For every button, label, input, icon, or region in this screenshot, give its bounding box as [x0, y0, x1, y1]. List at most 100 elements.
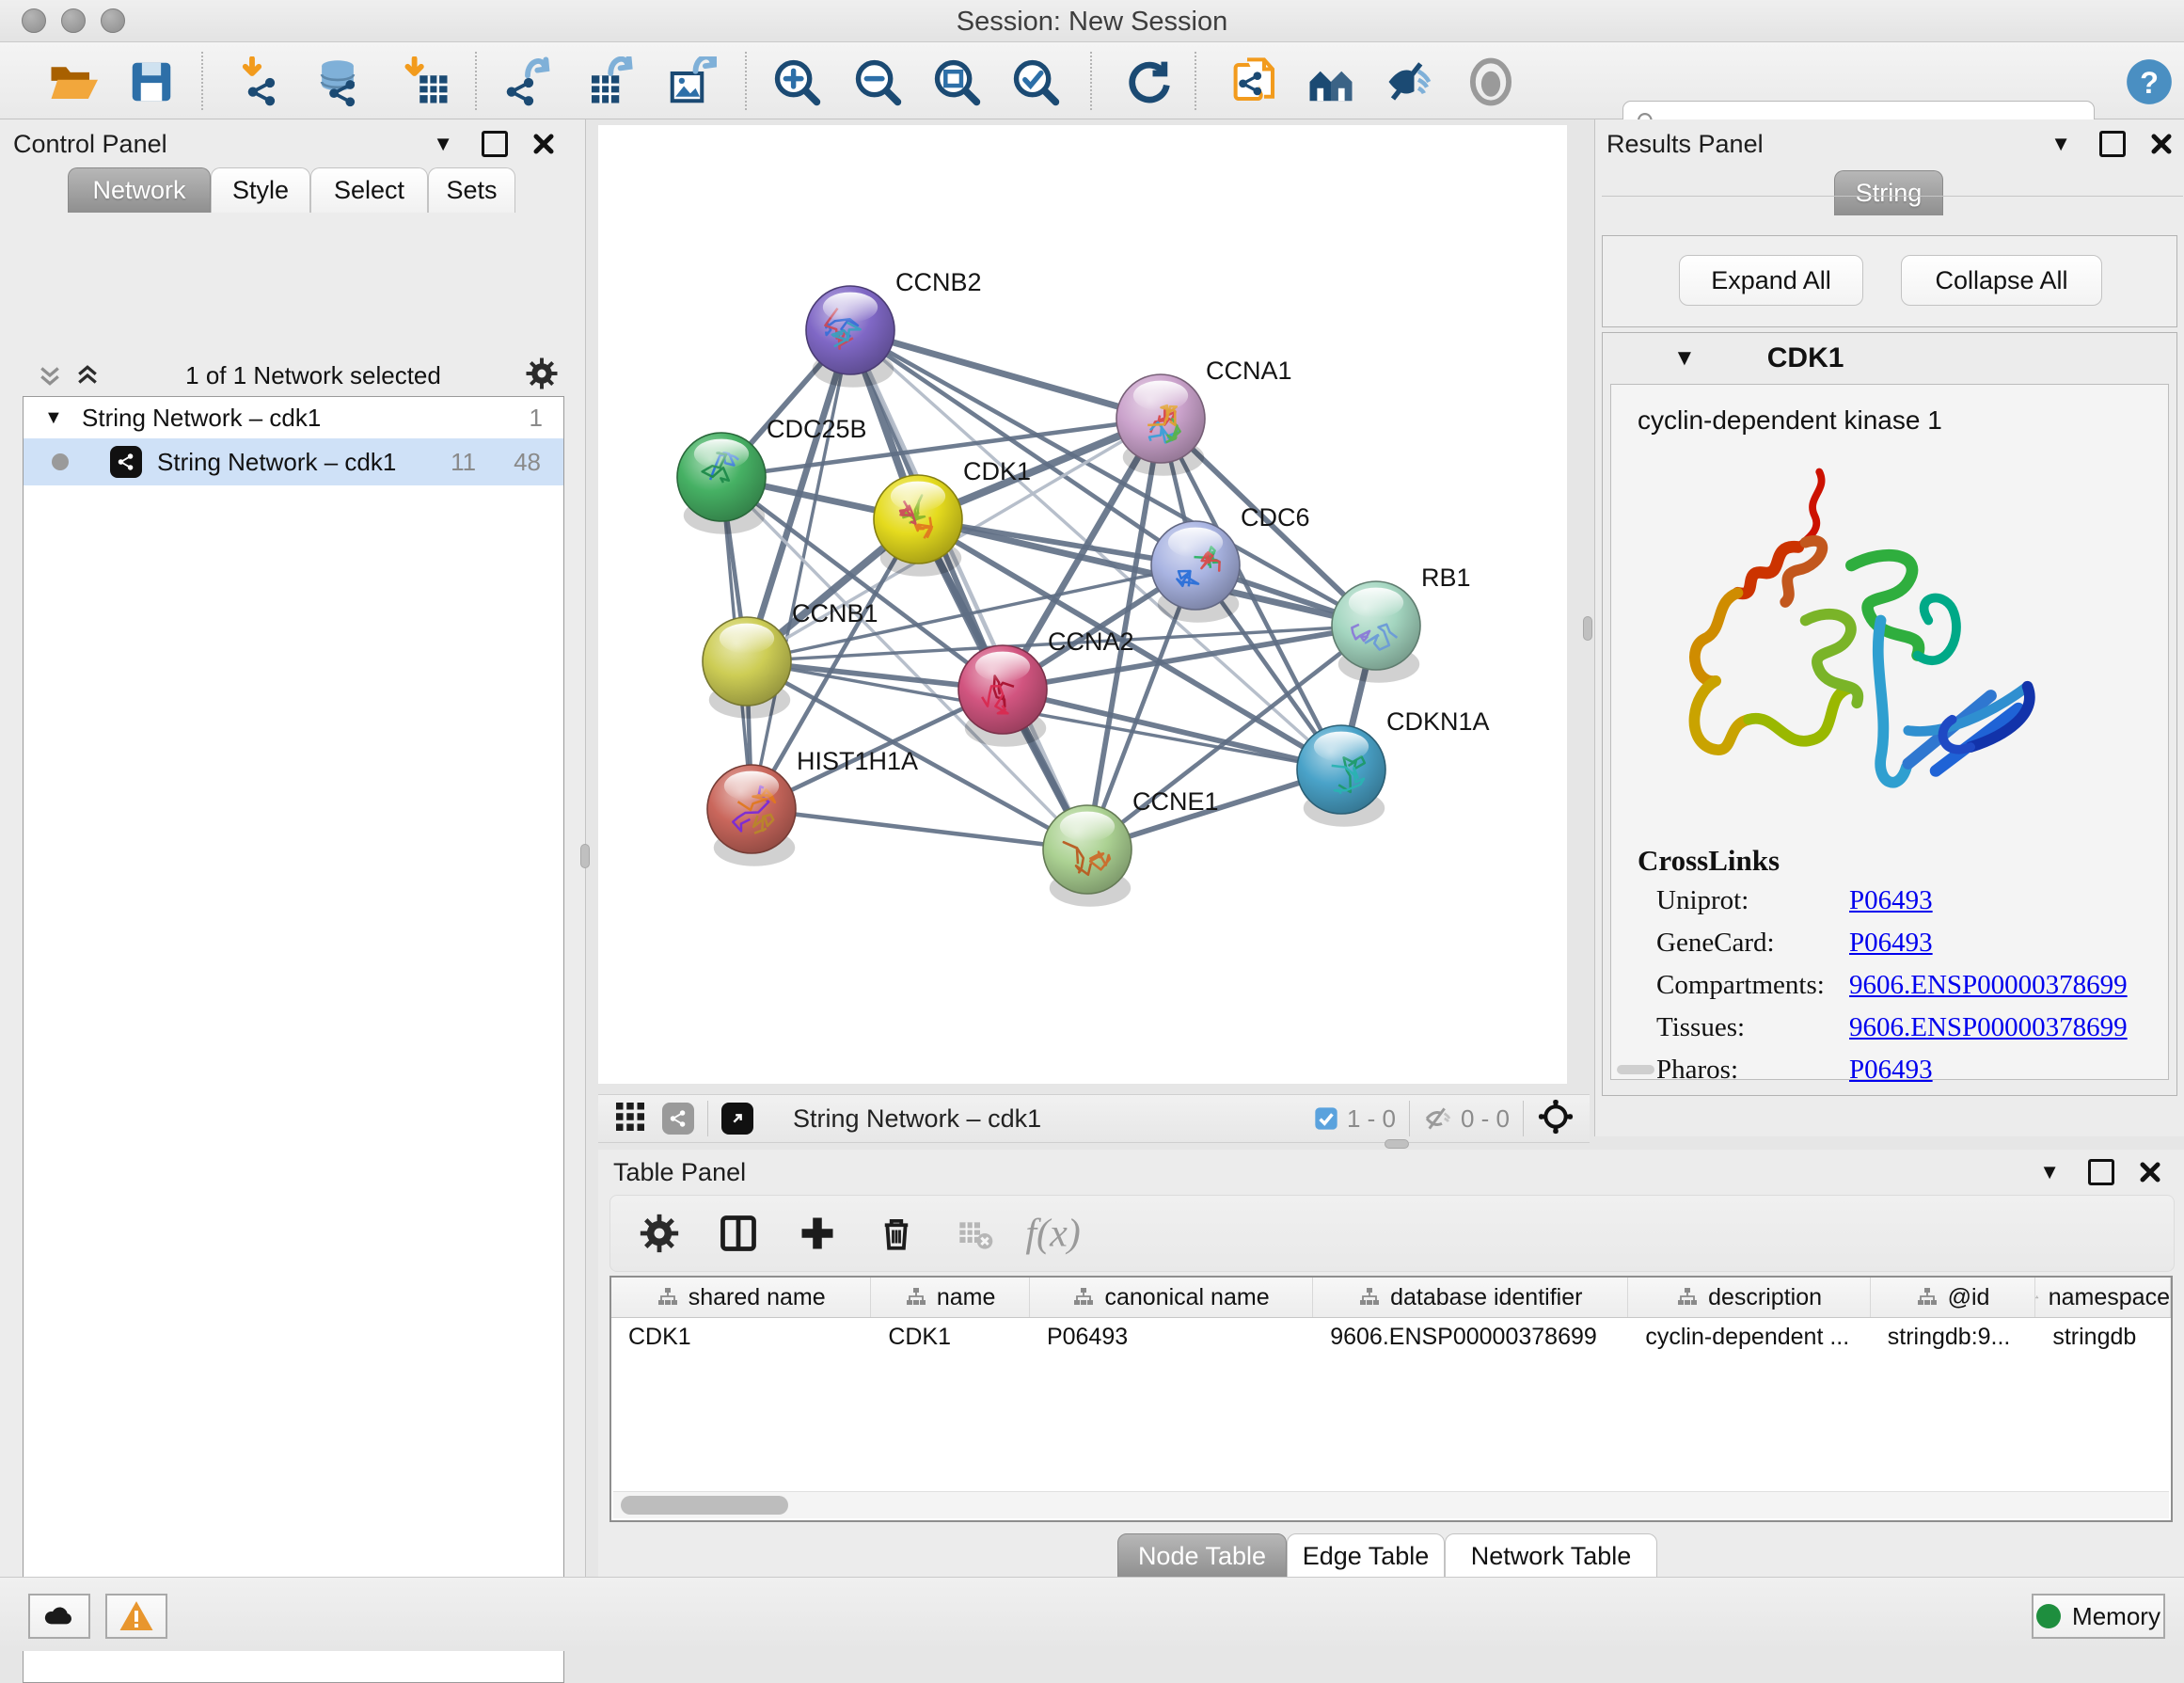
cell[interactable]: 9606.ENSP00000378699 — [1313, 1317, 1628, 1357]
crosslink-row: Compartments:9606.ENSP00000378699 — [1656, 970, 2164, 1012]
import-database-icon[interactable] — [310, 56, 365, 108]
expand-all-icon[interactable] — [73, 361, 102, 389]
node-CDKN1A[interactable] — [1297, 725, 1385, 827]
column-header-canonical-name[interactable]: canonical name — [1030, 1278, 1313, 1317]
crosslink-link[interactable]: P06493 — [1849, 1055, 1933, 1086]
node-CDK1[interactable] — [874, 475, 962, 577]
network-options-gear-icon[interactable] — [525, 357, 559, 395]
cell[interactable]: P06493 — [1030, 1317, 1313, 1357]
memory-button[interactable]: Memory — [2032, 1594, 2165, 1639]
cell[interactable]: CDK1 — [871, 1317, 1030, 1357]
hide-unselected-icon[interactable] — [1383, 56, 1437, 108]
first-neighbors-icon[interactable] — [1304, 56, 1358, 108]
table-settings-icon[interactable] — [620, 1213, 699, 1254]
crosslink-label: Pharos: — [1656, 1055, 1849, 1086]
edge-HIST1H1A-CCNE1[interactable] — [752, 809, 1087, 849]
panel-close-icon[interactable] — [2139, 1161, 2161, 1183]
tab-style[interactable]: Style — [211, 167, 310, 213]
left-splitter-handle[interactable] — [580, 844, 590, 868]
zoom-out-icon[interactable] — [850, 56, 905, 108]
panel-float-icon[interactable] — [2088, 1159, 2114, 1185]
cell[interactable]: cyclin-dependent ... — [1628, 1317, 1870, 1357]
panel-menu-icon[interactable]: ▼ — [433, 132, 453, 156]
tab-network[interactable]: Network — [68, 167, 211, 213]
open-in-new-window-icon[interactable] — [721, 1103, 753, 1135]
protein-structure-image — [1663, 455, 2067, 822]
add-column-icon[interactable] — [778, 1213, 857, 1254]
network-collection-row[interactable]: ▼ String Network – cdk1 1 — [24, 397, 563, 438]
refresh-icon[interactable] — [1121, 56, 1176, 108]
export-image-icon[interactable] — [664, 56, 719, 108]
results-entry-box: ▼ CDK1 cyclin-dependent kinase 1 — [1602, 332, 2177, 1096]
import-network-icon[interactable] — [233, 56, 288, 108]
tab-select[interactable]: Select — [310, 167, 428, 213]
crosslink-link[interactable]: 9606.ENSP00000378699 — [1849, 970, 2128, 1001]
crosslink-link[interactable]: P06493 — [1849, 885, 1933, 916]
panel-close-icon[interactable] — [2150, 133, 2173, 155]
duplicate-network-icon[interactable] — [1228, 56, 1283, 108]
zoom-in-icon[interactable] — [769, 56, 824, 108]
cloud-button[interactable] — [28, 1594, 90, 1639]
column-header-name[interactable]: name — [871, 1278, 1030, 1317]
collapse-all-icon[interactable] — [36, 361, 64, 389]
node-CCNB2[interactable] — [806, 286, 894, 388]
zoom-selected-icon[interactable] — [1008, 56, 1063, 108]
export-network-icon[interactable] — [500, 56, 555, 108]
entry-scrollbar-thumb[interactable] — [1617, 1065, 1654, 1074]
node-CCNB1[interactable] — [703, 617, 791, 719]
node-CCNA2[interactable] — [958, 645, 1047, 747]
zoom-fit-icon[interactable] — [929, 56, 984, 108]
manage-columns-icon[interactable] — [699, 1213, 778, 1254]
birds-eye-view-icon[interactable] — [613, 1100, 647, 1138]
tab-network-table[interactable]: Network Table — [1445, 1533, 1657, 1579]
edge-CCNB2-HIST1H1A[interactable] — [752, 330, 850, 809]
panel-float-icon[interactable] — [482, 131, 508, 157]
collapse-all-button[interactable]: Collapse All — [1901, 255, 2102, 306]
panel-menu-icon[interactable]: ▼ — [2050, 132, 2071, 156]
node-CDC6[interactable] — [1151, 521, 1240, 623]
network-share-icon[interactable] — [662, 1103, 694, 1135]
show-all-icon[interactable] — [1464, 56, 1518, 108]
right-splitter-handle[interactable] — [1583, 616, 1592, 641]
fit-selected-crosshair-icon[interactable] — [1537, 1098, 1575, 1140]
panel-menu-icon[interactable]: ▼ — [2039, 1160, 2060, 1184]
crosslink-link[interactable]: 9606.ENSP00000378699 — [1849, 1012, 2128, 1043]
expand-all-button[interactable]: Expand All — [1679, 255, 1863, 306]
tab-edge-table[interactable]: Edge Table — [1287, 1533, 1445, 1579]
panel-float-icon[interactable] — [2099, 131, 2126, 157]
node-CDC25B[interactable] — [677, 433, 766, 534]
delete-column-icon[interactable] — [857, 1214, 936, 1253]
cell[interactable]: stringdb:9... — [1871, 1317, 2036, 1357]
help-button[interactable]: ? — [2122, 56, 2176, 108]
column-header-description[interactable]: description — [1628, 1278, 1870, 1317]
warning-icon — [118, 1597, 155, 1635]
node-HIST1H1A[interactable] — [707, 765, 796, 866]
export-table-icon[interactable] — [581, 56, 636, 108]
tab-sets[interactable]: Sets — [428, 167, 515, 213]
network-row-selected[interactable]: String Network – cdk1 11 48 — [24, 438, 563, 485]
collection-expand-icon[interactable]: ▼ — [44, 407, 69, 429]
node-CCNA1[interactable] — [1116, 374, 1205, 476]
edge-CCNB2-CCNA1[interactable] — [850, 330, 1161, 419]
horizontal-splitter-handle[interactable] — [1385, 1139, 1409, 1149]
save-session-icon[interactable] — [124, 56, 179, 108]
column-header-namespace[interactable]: namespace — [2035, 1278, 2171, 1317]
node-CCNE1[interactable] — [1043, 805, 1132, 907]
panel-close-icon[interactable] — [532, 133, 555, 155]
open-file-icon[interactable] — [45, 56, 100, 108]
cell[interactable]: stringdb — [2035, 1317, 2171, 1357]
column-header--id[interactable]: @id — [1871, 1278, 2036, 1317]
entry-collapse-icon[interactable]: ▼ — [1673, 345, 1696, 372]
table-hscrollbar-thumb[interactable] — [621, 1496, 788, 1515]
cell[interactable]: CDK1 — [611, 1317, 871, 1357]
tab-node-table[interactable]: Node Table — [1117, 1533, 1287, 1579]
column-header-database-identifier[interactable]: database identifier — [1313, 1278, 1628, 1317]
node-label-CCNE1: CCNE1 — [1132, 787, 1219, 816]
column-header-shared-name[interactable]: shared name — [611, 1278, 871, 1317]
table-hscrollbar[interactable] — [613, 1491, 2169, 1518]
import-table-icon[interactable] — [399, 56, 453, 108]
warning-button[interactable] — [105, 1594, 167, 1639]
network-canvas[interactable]: CCNB2CCNA1CDC25BCDK1CDC6RB1CCNB1CCNA2CDK… — [598, 125, 1567, 1084]
crosslink-link[interactable]: P06493 — [1849, 928, 1933, 959]
node-RB1[interactable] — [1332, 581, 1420, 683]
